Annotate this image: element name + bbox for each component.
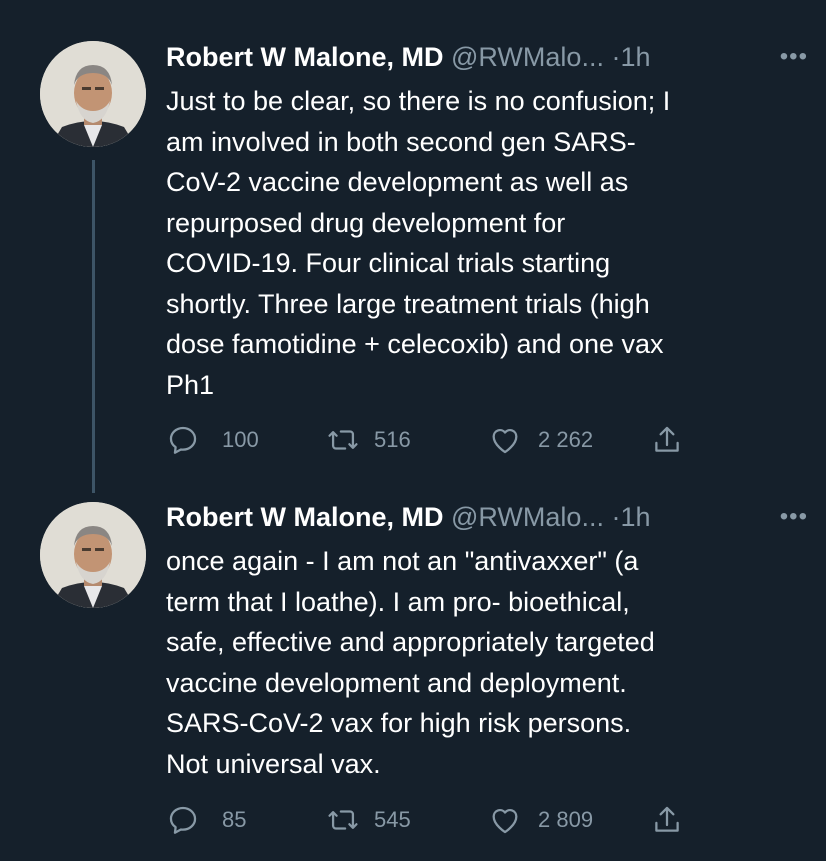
avatar-image — [40, 502, 146, 608]
more-horizontal-icon[interactable]: ••• — [780, 38, 808, 76]
like-icon — [492, 429, 518, 454]
more-horizontal-icon[interactable]: ••• — [780, 498, 808, 536]
share-button[interactable] — [650, 798, 684, 842]
thread-connector-line — [92, 160, 95, 493]
timestamp[interactable]: 1h — [620, 42, 650, 72]
retweet-button[interactable]: 545 — [326, 798, 411, 842]
tweet[interactable]: Robert W Malone, MD @RWMalo... ·1h ••• J… — [0, 0, 826, 493]
reply-count: 100 — [222, 427, 259, 452]
like-count: 2 262 — [538, 427, 594, 452]
share-button[interactable] — [650, 418, 684, 462]
reply-icon — [169, 806, 197, 834]
tweet[interactable]: Robert W Malone, MD @RWMalo... ·1h ••• o… — [0, 490, 826, 861]
retweet-icon — [328, 810, 358, 830]
tweet-header: Robert W Malone, MD @RWMalo... ·1h ••• — [166, 498, 810, 538]
like-icon — [492, 809, 518, 834]
retweet-count: 516 — [374, 427, 411, 452]
tweet-text: once again - I am not an "antivaxxer" (a… — [166, 546, 655, 779]
retweet-icon — [328, 430, 358, 450]
tweet-actions: 85 545 2 809 — [166, 798, 706, 842]
like-button[interactable]: 2 262 — [488, 418, 593, 462]
tweet-header: Robert W Malone, MD @RWMalo... ·1h ••• — [166, 38, 810, 78]
author-handle[interactable]: @RWMalo... — [451, 42, 604, 72]
share-icon — [655, 426, 679, 452]
retweet-count: 545 — [374, 807, 411, 832]
avatar[interactable] — [40, 502, 146, 608]
retweet-button[interactable]: 516 — [326, 418, 411, 462]
like-button[interactable]: 2 809 — [488, 798, 593, 842]
author-name[interactable]: Robert W Malone, MD — [166, 42, 444, 72]
author-handle[interactable]: @RWMalo... — [451, 502, 604, 532]
reply-count: 85 — [222, 807, 247, 832]
tweet-actions: 100 516 2 262 — [166, 418, 706, 462]
reply-icon — [169, 426, 197, 454]
avatar-image — [40, 41, 146, 147]
reply-button[interactable]: 100 — [166, 418, 259, 462]
avatar[interactable] — [40, 41, 146, 147]
tweet-text: Just to be clear, so there is no confusi… — [166, 86, 671, 400]
reply-button[interactable]: 85 — [166, 798, 246, 842]
like-count: 2 809 — [538, 807, 594, 832]
author-name[interactable]: Robert W Malone, MD — [166, 502, 444, 532]
share-icon — [655, 806, 679, 832]
timestamp[interactable]: 1h — [620, 502, 650, 532]
